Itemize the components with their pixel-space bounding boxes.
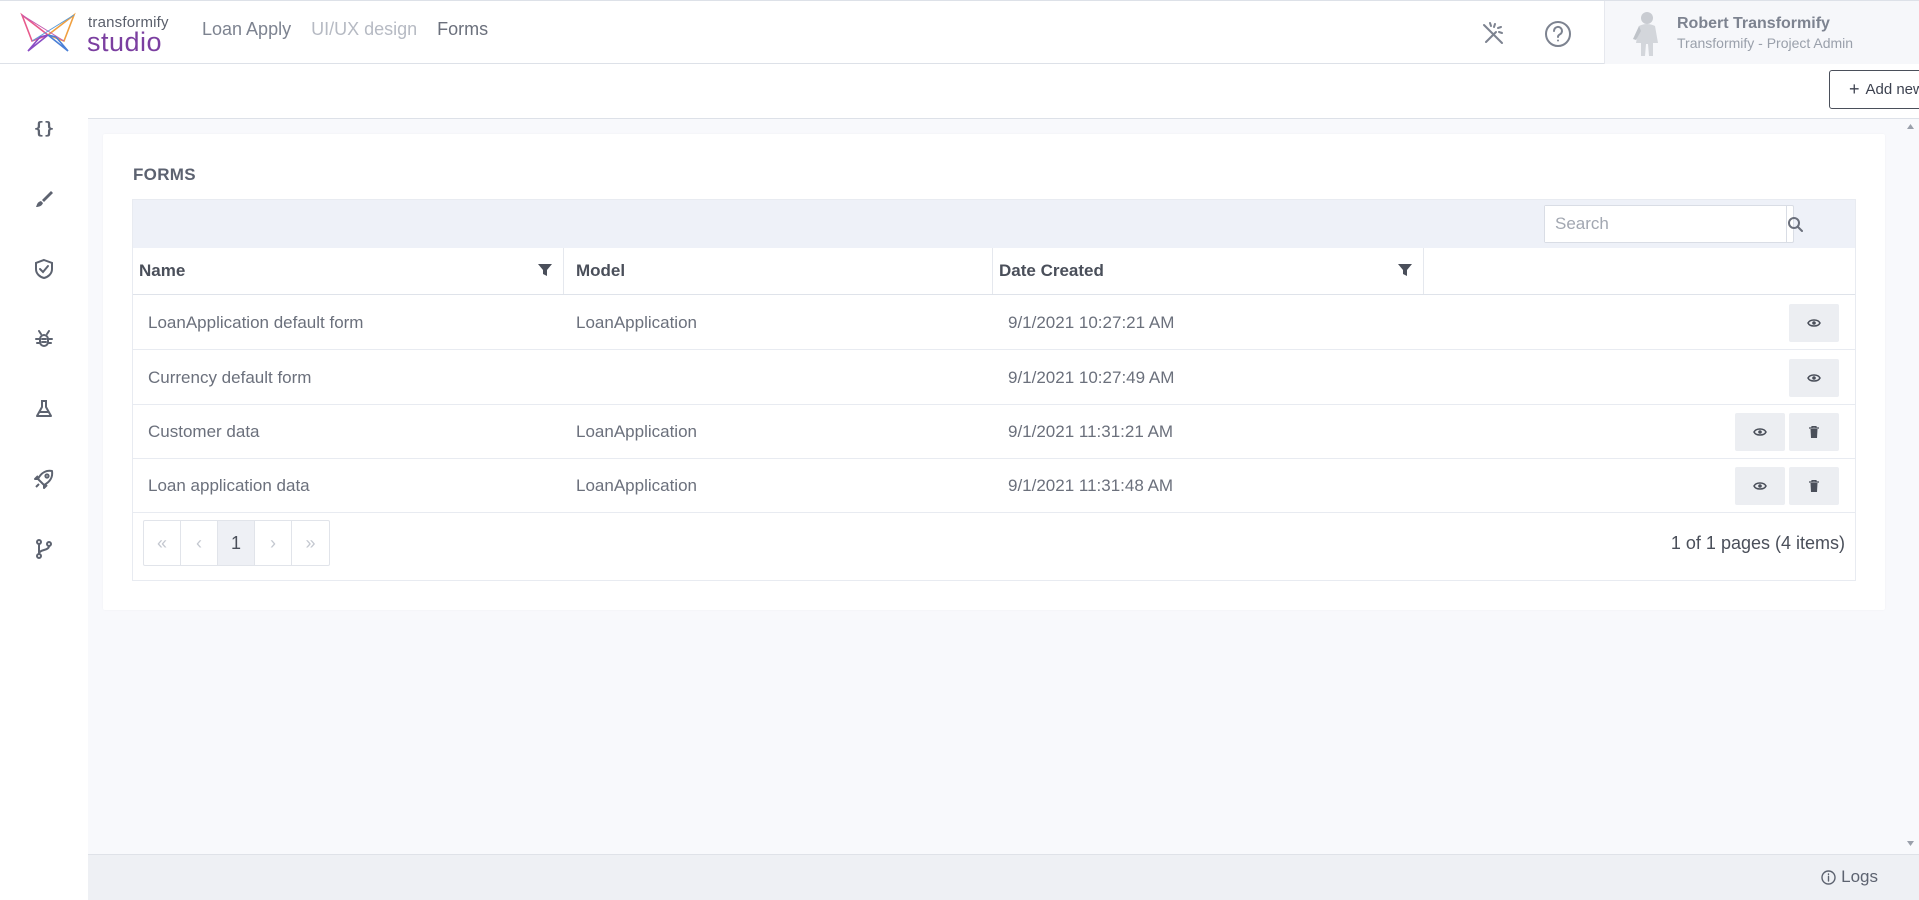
sidebar-item-deploy[interactable]: [24, 459, 64, 499]
eye-icon: [1807, 319, 1821, 327]
butterfly-logo-icon: [20, 12, 76, 52]
first-page-button[interactable]: «: [144, 521, 181, 565]
filter-icon[interactable]: [1397, 262, 1413, 278]
table-row[interactable]: Loan application data LoanApplication 9/…: [133, 459, 1855, 513]
sidebar-item-debug[interactable]: [24, 319, 64, 359]
flask-icon: [36, 400, 52, 417]
cell-name: Loan application data: [148, 476, 310, 495]
last-page-button[interactable]: »: [292, 521, 329, 565]
footer-bar: Logs: [88, 854, 1919, 900]
sidebar-item-data-model[interactable]: {}: [24, 109, 64, 149]
logs-button[interactable]: Logs: [1821, 867, 1878, 887]
bug-icon: [35, 330, 53, 347]
cell-date: 9/1/2021 10:27:21 AM: [1008, 313, 1175, 332]
column-header-actions: [1424, 248, 1855, 294]
table-row[interactable]: LoanApplication default form LoanApplica…: [133, 296, 1855, 350]
table-row[interactable]: Customer data LoanApplication 9/1/2021 1…: [133, 405, 1855, 459]
column-label-date-created: Date Created: [999, 261, 1104, 280]
rocket-icon: [34, 469, 54, 489]
column-header-model[interactable]: Model: [564, 248, 993, 294]
info-icon: [1821, 869, 1836, 885]
eye-icon: [1807, 374, 1821, 382]
search-box: [1544, 205, 1803, 243]
cell-date: 9/1/2021 11:31:21 AM: [1008, 422, 1174, 441]
table-header: Name Model Date Created: [133, 248, 1855, 295]
breadcrumb-ui-ux-design[interactable]: UI/UX design: [311, 19, 417, 40]
view-button[interactable]: [1789, 304, 1839, 342]
sidebar: {}: [0, 64, 88, 900]
search-icon: [1788, 217, 1803, 232]
plus-icon: +: [1848, 79, 1860, 99]
help-icon[interactable]: [1542, 18, 1574, 50]
cell-date: 9/1/2021 10:27:49 AM: [1008, 368, 1175, 387]
user-menu[interactable]: Robert Transformify Transformify - Proje…: [1604, 1, 1919, 64]
sidebar-item-design[interactable]: [24, 179, 64, 219]
avatar: [1633, 12, 1658, 56]
search-button[interactable]: [1786, 206, 1803, 242]
forms-grid: Name Model Date Created LoanApplication …: [132, 199, 1856, 581]
cell-model: LoanApplication: [576, 422, 697, 441]
eye-icon: [1753, 428, 1767, 436]
top-bar: transformify studio Loan Apply UI/UX des…: [0, 0, 1919, 64]
grid-toolbar: [133, 200, 1855, 248]
brush-icon: [36, 191, 53, 207]
brand-logo[interactable]: transformify studio: [18, 11, 173, 57]
filter-icon[interactable]: [537, 262, 553, 278]
sidebar-item-version-control[interactable]: [24, 529, 64, 569]
sidebar-item-security[interactable]: [24, 249, 64, 289]
user-name: Robert Transformify: [1677, 15, 1830, 32]
column-label-model: Model: [576, 261, 626, 280]
add-new-form-label: Add new form: [1865, 81, 1919, 98]
eye-icon: [1753, 482, 1767, 490]
delete-button[interactable]: [1789, 467, 1839, 505]
cell-model: LoanApplication: [576, 476, 697, 495]
column-label-name: Name: [139, 261, 186, 280]
braces-icon: {}: [33, 119, 55, 139]
search-input[interactable]: [1545, 206, 1786, 242]
add-new-form-button[interactable]: + Add new form: [1829, 70, 1919, 109]
breadcrumb-forms[interactable]: Forms: [437, 19, 488, 40]
page-title: FORMS: [133, 165, 196, 184]
page-toolbar: + Add new form: [88, 64, 1919, 119]
sidebar-item-testing[interactable]: [24, 389, 64, 429]
shield-check-icon: [35, 258, 53, 280]
breadcrumb-loan-apply[interactable]: Loan Apply: [202, 19, 291, 40]
user-role: Transformify - Project Admin: [1677, 35, 1854, 51]
cell-name: Customer data: [148, 422, 260, 441]
git-branch-icon: [36, 539, 52, 559]
page-info: 1 of 1 pages (4 items): [1670, 533, 1845, 553]
cell-date: 9/1/2021 11:31:48 AM: [1008, 476, 1174, 495]
trash-icon: [1809, 480, 1819, 492]
brand-name-big: studio: [87, 27, 163, 57]
cell-name: Currency default form: [148, 368, 312, 387]
prev-page-button[interactable]: ‹: [181, 521, 218, 565]
column-header-name[interactable]: Name: [133, 248, 564, 294]
vertical-scrollbar[interactable]: [1902, 119, 1919, 854]
page-1-button[interactable]: 1: [218, 521, 255, 565]
logs-label: Logs: [1841, 867, 1878, 886]
cell-model: LoanApplication: [576, 313, 697, 332]
trash-icon: [1809, 426, 1819, 438]
breadcrumb: Loan Apply UI/UX design Forms: [202, 19, 488, 40]
forms-card: FORMS Name Model Date Created: [103, 134, 1885, 610]
delete-button[interactable]: [1789, 413, 1839, 451]
magic-wand-off-icon[interactable]: [1477, 18, 1509, 50]
pagination: « ‹ 1 › »: [143, 520, 330, 566]
view-button[interactable]: [1735, 413, 1785, 451]
next-page-button[interactable]: ›: [255, 521, 292, 565]
column-header-date-created[interactable]: Date Created: [993, 248, 1424, 294]
view-button[interactable]: [1735, 467, 1785, 505]
view-button[interactable]: [1789, 359, 1839, 397]
cell-name: LoanApplication default form: [148, 313, 364, 332]
table-row[interactable]: Currency default form 9/1/2021 10:27:49 …: [133, 351, 1855, 405]
